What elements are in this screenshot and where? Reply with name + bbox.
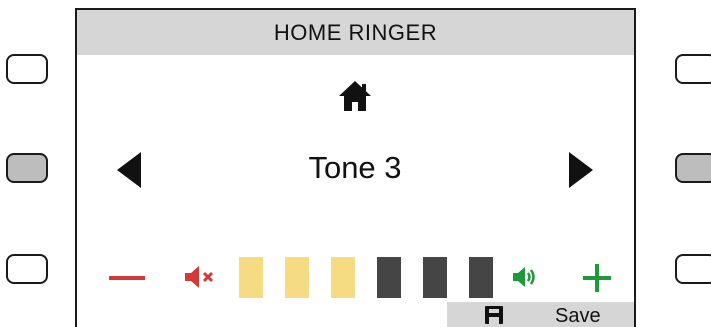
minus-icon	[109, 276, 145, 280]
right-softkey-3[interactable]	[675, 254, 711, 284]
volume-bar-6	[469, 257, 493, 298]
left-softkey-3[interactable]	[6, 254, 48, 284]
home-icon	[339, 81, 371, 111]
left-softkey-1[interactable]	[6, 54, 48, 84]
volume-bar-5	[423, 257, 447, 298]
save-label: Save	[555, 305, 601, 327]
speaker-mute-icon	[185, 266, 214, 288]
volume-bar-4	[377, 257, 401, 298]
left-softkey-2[interactable]	[6, 153, 48, 183]
volume-control	[77, 250, 634, 300]
volume-bar-2	[285, 257, 309, 298]
volume-bar-1	[239, 257, 263, 298]
phone-panel: HOME RINGER Tone 3 Save	[0, 0, 711, 327]
previous-tone-arrow[interactable]	[115, 150, 143, 190]
display-screen: HOME RINGER Tone 3 Save	[75, 8, 636, 327]
screen-title: HOME RINGER	[77, 10, 634, 55]
next-tone-arrow[interactable]	[567, 150, 595, 190]
floppy-disk-icon	[485, 306, 503, 324]
plus-icon-vertical	[595, 264, 599, 292]
right-softkey-1[interactable]	[675, 54, 711, 84]
save-button[interactable]: Save	[447, 302, 634, 327]
tone-name: Tone 3	[308, 150, 402, 185]
volume-bar-3	[331, 257, 355, 298]
speaker-loud-icon	[513, 267, 535, 287]
right-softkey-2[interactable]	[675, 153, 711, 183]
